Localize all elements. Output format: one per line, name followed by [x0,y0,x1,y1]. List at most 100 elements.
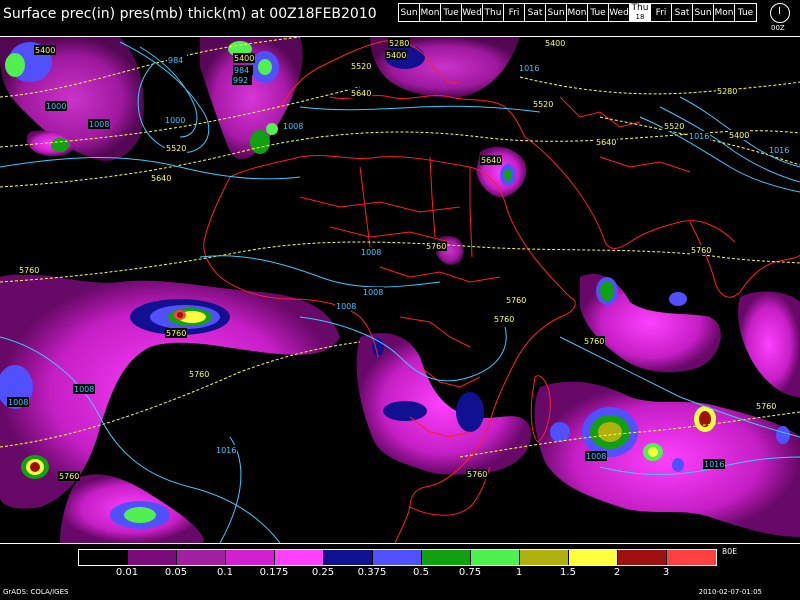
legend-label: 0.75 [458,567,482,578]
pressure-label: 984 [167,55,187,65]
precip-core [456,392,484,432]
thickness-label: 5400 [34,45,56,55]
day-cell[interactable]: Fri [504,4,525,21]
pressure-label: 1008 [335,301,357,311]
legend-label: 0.25 [311,567,335,578]
thickness-label: 5520 [532,99,554,109]
day-cell[interactable]: Sat [672,4,693,21]
pressure-label-text: 1000 [46,102,66,111]
thickness-label: 5760 [165,328,187,338]
legend-swatch [667,550,716,565]
pressure-label-text: 1008 [8,398,28,407]
thickness-label: 5760 [425,241,447,251]
precip-core [258,59,272,75]
day-cell-current-label: Thu [631,2,649,13]
precip-core [250,130,270,154]
pressure-label: 1000 [45,101,67,111]
thickness-label: 5520 [350,61,372,71]
legend-swatch [79,550,128,565]
thickness-label-text: 5520 [166,144,186,153]
pressure-label-text: 1016 [769,146,789,155]
pressure-label-text: 984 [234,66,249,75]
pressure-label-text: 1008 [336,302,356,311]
day-cell-current-date: 18 [635,12,645,21]
clock-label: 00Z [771,24,785,32]
day-cell[interactable]: Wed [609,4,630,21]
thickness-label-text: 5760 [756,402,776,411]
day-cell[interactable]: Mon [714,4,735,21]
day-cell[interactable]: Mon [420,4,441,21]
thickness-label-text: 5640 [596,138,616,147]
thickness-label: 5520 [165,143,187,153]
pressure-label-text: 1016 [689,132,709,141]
day-cell[interactable]: Sun [546,4,567,21]
legend-swatch [569,550,618,565]
precip-core [669,292,687,306]
footer-timestamp: 2010-02-07-01:05 [698,588,762,596]
day-cell[interactable]: Sun [693,4,714,21]
map-title: Surface prec(in) pres(mb) thick(m) at 00… [3,6,377,22]
thickness-label-text: 5760 [166,329,186,338]
legend-swatch [275,550,324,565]
thickness-label: 5760 [466,469,488,479]
thickness-label-text: 5280 [717,87,737,96]
precip-core [51,138,69,152]
thickness-label-text: 5520 [664,122,684,131]
pressure-label: 1016 [215,445,237,455]
legend-label: 0.05 [164,567,188,578]
precip-core [177,312,183,318]
thickness-label-text: 5760 [467,470,487,479]
precip-core [383,401,427,421]
legend-swatch [471,550,520,565]
day-cell[interactable]: Tue [735,4,756,21]
thickness-label-text: 5400 [729,131,749,140]
day-cell-current[interactable]: Thu 18 [630,2,651,21]
pressure-label-text: 1008 [586,452,606,461]
day-cell[interactable]: Fri [651,4,672,21]
legend-swatch [373,550,422,565]
day-cell[interactable]: Sat [525,4,546,21]
thickness-label-text: 5400 [386,51,406,60]
pressure-label: 1016 [518,63,540,73]
pressure-label-text: 992 [233,76,248,85]
pressure-label-text: 1000 [165,116,185,125]
legend-label: 0.01 [115,567,139,578]
legend-label: 1.5 [560,567,576,578]
day-cell[interactable]: Sun [399,4,420,21]
thickness-label-text: 5640 [151,174,171,183]
forecast-day-strip: Sun Mon Tue Wed Thu Fri Sat Sun Mon Tue … [398,3,757,22]
thickness-label-text: 5520 [533,100,553,109]
pressure-label-text: 1008 [283,122,303,131]
precip-core [550,422,570,442]
day-cell[interactable]: Tue [588,4,609,21]
thickness-label-text: 5760 [189,370,209,379]
pressure-label: 1008 [7,397,29,407]
thickness-label: 5760 [493,314,515,324]
precip-core [776,426,790,444]
legend-label: 0.175 [259,567,289,578]
pressure-label-text: 984 [168,56,183,65]
pressure-label: 1008 [88,119,110,129]
thickness-label-text: 5760 [494,315,514,324]
thickness-label: 5520 [663,121,685,131]
pressure-label-text: 1008 [361,248,381,257]
legend-swatch [226,550,275,565]
clock-icon [770,3,790,23]
legend-label: 0.5 [413,567,429,578]
thickness-label-text: 5640 [351,89,371,98]
day-cell[interactable]: Mon [567,4,588,21]
thickness-label-text: 5400 [545,39,565,48]
precip-core [648,447,658,457]
thickness-label-text: 5760 [59,472,79,481]
thickness-label-text: 5520 [351,62,371,71]
precip-core [598,422,622,442]
pressure-label: 1008 [360,247,382,257]
day-cell[interactable]: Thu [483,4,504,21]
day-cell[interactable]: Tue [441,4,462,21]
weather-map-canvas: 984 992 1000 1000 1008 1008 1008 1008 10… [0,37,800,543]
pressure-label: 1016 [688,131,710,141]
legend-label: 0.375 [357,567,387,578]
day-cell[interactable]: Wed [462,4,483,21]
legend-swatch [520,550,569,565]
precip-core [600,281,614,301]
